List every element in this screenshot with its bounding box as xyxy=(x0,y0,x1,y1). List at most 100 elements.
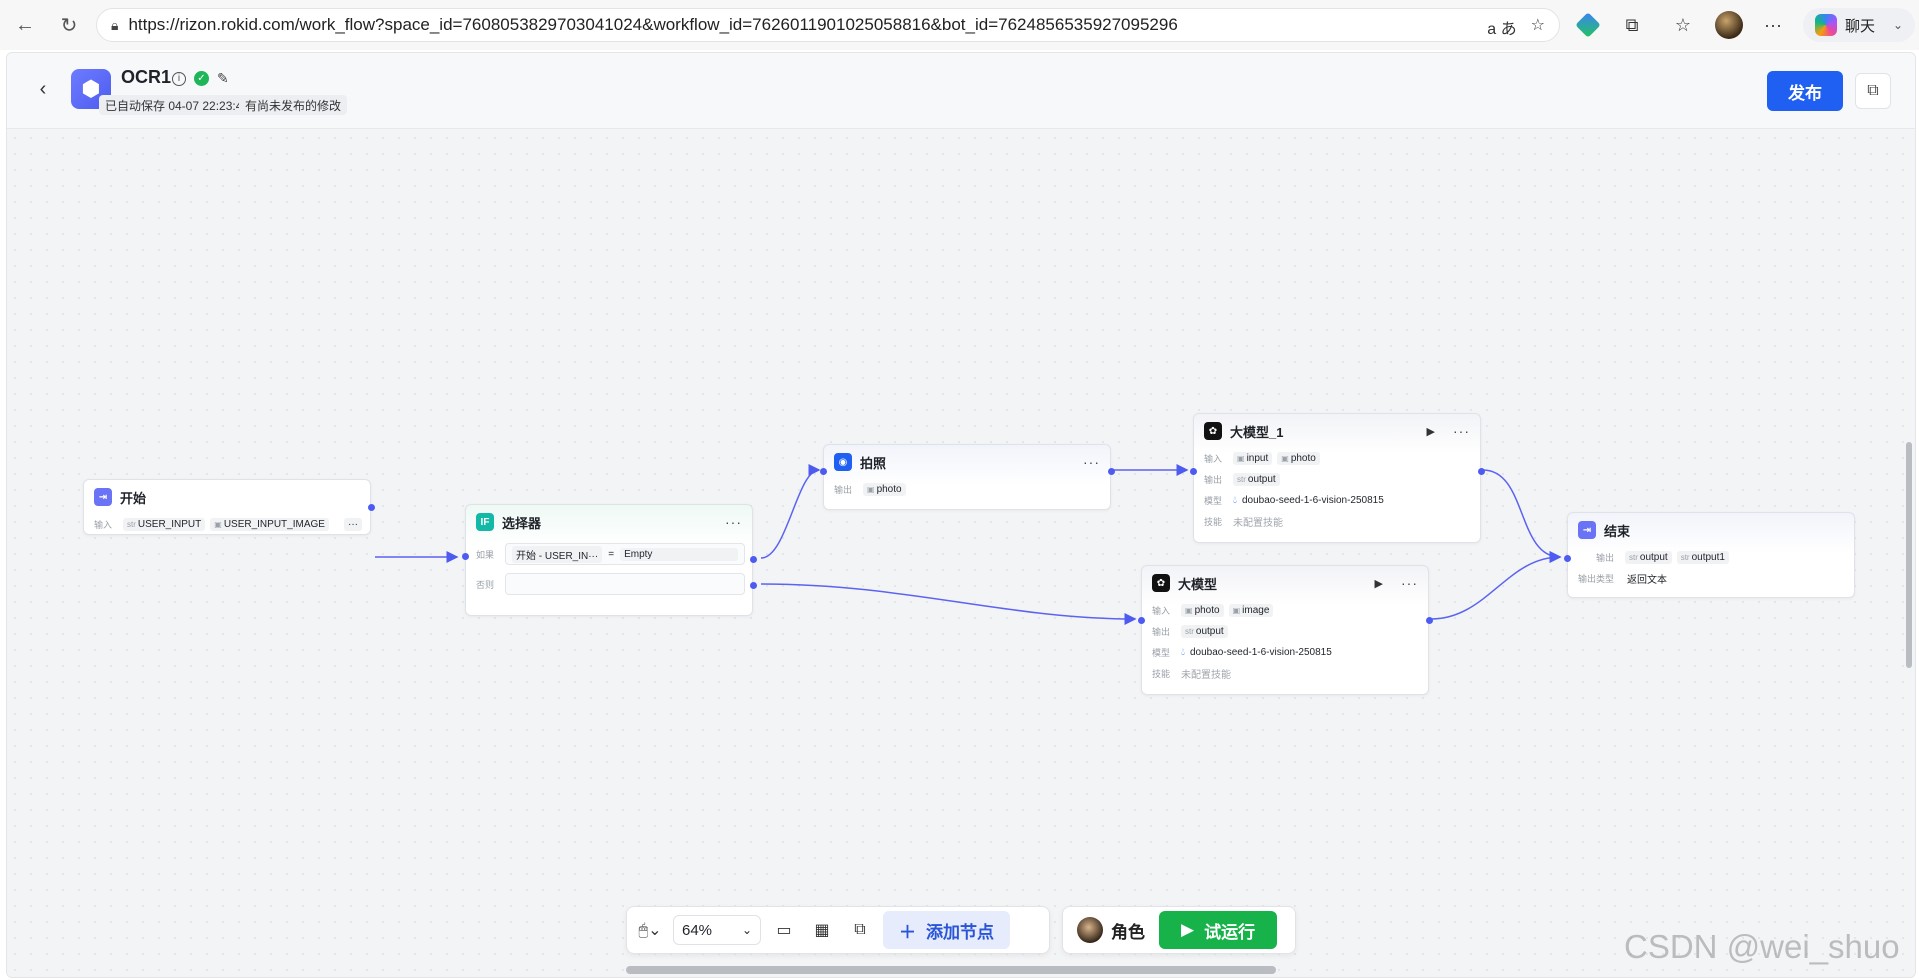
output-port[interactable] xyxy=(1108,468,1115,475)
model-label: 模型 xyxy=(1204,496,1223,506)
horizontal-scrollbar[interactable] xyxy=(626,966,1276,974)
output-label: 输出 xyxy=(1204,475,1223,485)
node-title: 大模型 xyxy=(1178,576,1218,592)
if-node-icon: IF xyxy=(476,513,494,531)
output-port[interactable] xyxy=(1426,617,1433,624)
info-icon[interactable]: i xyxy=(172,71,186,86)
edge-llm1-end xyxy=(1482,469,1562,563)
zoom-select[interactable]: 64% ⌄ xyxy=(673,915,761,945)
layout-grid-icon[interactable]: ▦ xyxy=(807,915,837,945)
run-toolbar: 角色 ▶ 试运行 xyxy=(1062,906,1296,954)
node-title: 结束 xyxy=(1604,523,1631,539)
more-menu-icon[interactable]: ··· xyxy=(1758,10,1788,40)
minimap-icon[interactable]: ⧉ xyxy=(845,915,875,945)
verified-check-icon: ✓ xyxy=(194,71,209,86)
model-name: doubao-seed-1-6-vision-250815 xyxy=(1242,495,1384,506)
play-icon[interactable]: ▶ xyxy=(1427,425,1435,438)
output-chip: str output xyxy=(1233,473,1280,486)
node-end[interactable]: ⇥ 结束 输出 str output str output1 输出类型 返回文本 xyxy=(1564,512,1855,598)
output-type-label: 输出类型 xyxy=(1578,574,1615,584)
output-label: 输出 xyxy=(1152,627,1171,637)
back-chevron-icon[interactable]: ‹ xyxy=(31,77,55,101)
workflow-app: ‹ ⬢ OCR1 i ✓ ✎ 已自动保存 04-07 22:23:43 有尚未发… xyxy=(6,52,1916,978)
output-port[interactable] xyxy=(1478,468,1485,475)
test-run-button[interactable]: ▶ 试运行 xyxy=(1159,911,1278,949)
extension-colored-icon[interactable] xyxy=(1573,10,1603,40)
input-chip: ▣ photo xyxy=(1277,452,1320,465)
address-bar[interactable]: 🔒︎ https://rizon.rokid.com/work_flow?spa… xyxy=(96,8,1560,42)
node-more-icon[interactable]: ··· xyxy=(1401,575,1418,591)
node-llm-1[interactable]: ✿ 大模型_1 ▶ ··· 输入 ▣ input ▣ photo 输出 str out… xyxy=(1190,413,1485,543)
skill-label: 技能 xyxy=(1204,517,1223,527)
url-text: https://rizon.rokid.com/work_flow?space_… xyxy=(128,15,1178,34)
node-start[interactable]: ⇥ 开始 输入 str USER_INPUT ▣ USER_INPUT_IMAGE … xyxy=(83,479,375,535)
model-label: 模型 xyxy=(1152,648,1171,658)
camera-icon: ◉ xyxy=(834,453,852,471)
model-drop-icon: 💧︎ xyxy=(1233,495,1237,506)
output-label: 输出 xyxy=(834,485,853,495)
mouse-mode-icon[interactable]: 🖱︎⌄ xyxy=(635,915,665,945)
reload-icon[interactable]: ↻ xyxy=(54,10,84,40)
play-icon: ▶ xyxy=(1181,920,1195,939)
app-header: ‹ ⬢ OCR1 i ✓ ✎ 已自动保存 04-07 22:23:43 有尚未发… xyxy=(7,53,1915,129)
extensions-puzzle-icon[interactable]: ⧉ xyxy=(1617,10,1647,40)
node-more-icon[interactable]: ··· xyxy=(1453,423,1470,439)
play-icon[interactable]: ▶ xyxy=(1375,577,1383,590)
input-port[interactable] xyxy=(1138,617,1145,624)
chat-label: 聊天 xyxy=(1845,17,1876,35)
edit-icon[interactable]: ✎ xyxy=(217,70,229,87)
chevron-down-icon: ⌄ xyxy=(1893,18,1904,32)
workflow-title: OCR1 xyxy=(121,67,172,87)
panel-toggle-icon[interactable]: ⧉ xyxy=(1855,73,1891,109)
input-chip: ▣ input xyxy=(1233,452,1273,465)
output-label: 输出 xyxy=(1596,553,1615,563)
condition-variable: 开始 - USER_IN··· xyxy=(512,545,603,563)
node-photo[interactable]: ◉ 拍照 ··· 输出 ▣ photo xyxy=(820,444,1115,510)
site-info-icon[interactable]: 🔒︎ xyxy=(111,17,118,34)
more-inputs-chip[interactable]: ··· xyxy=(344,518,362,531)
add-node-button[interactable]: ＋ 添加节点 xyxy=(883,911,1010,949)
zoom-value: 64% xyxy=(682,921,713,939)
input-chip: str USER_INPUT xyxy=(123,518,206,531)
publish-button[interactable]: 发布 xyxy=(1767,71,1843,111)
input-port[interactable] xyxy=(462,553,469,560)
output-chip: str output xyxy=(1181,625,1228,638)
favorite-star-icon[interactable]: ☆ xyxy=(1531,15,1545,39)
else-output-port[interactable] xyxy=(750,582,757,589)
node-llm[interactable]: ✿ 大模型 ▶ ··· 输入 ▣ photo ▣ image 输出 str outpu… xyxy=(1138,565,1433,695)
workflow-canvas[interactable]: ⇥ 开始 输入 str USER_INPUT ▣ USER_INPUT_IMAGE … xyxy=(7,130,1915,977)
else-row[interactable] xyxy=(505,573,745,595)
condition-operator: = xyxy=(608,548,615,560)
llm-icon: ✿ xyxy=(1204,422,1222,440)
output-port[interactable] xyxy=(368,504,375,511)
role-button[interactable]: 角色 xyxy=(1063,917,1159,943)
translate-icon[interactable]: a あ xyxy=(1487,15,1516,39)
vertical-scrollbar[interactable] xyxy=(1906,442,1912,668)
input-label: 输入 xyxy=(1152,606,1171,616)
unpublished-badge: 有尚未发布的修改 xyxy=(239,95,348,115)
node-more-icon[interactable]: ··· xyxy=(1083,454,1100,470)
copilot-chat-button[interactable]: 聊天 ⌄ xyxy=(1803,8,1916,42)
output-chip: str output1 xyxy=(1676,551,1729,564)
node-more-icon[interactable]: ··· xyxy=(725,514,742,530)
node-title: 大模型_1 xyxy=(1230,424,1284,440)
input-port[interactable] xyxy=(1564,555,1571,562)
input-port[interactable] xyxy=(820,468,827,475)
condition-row[interactable]: 开始 - USER_IN··· = Empty xyxy=(505,543,745,565)
role-label: 角色 xyxy=(1111,922,1145,942)
skill-value: 未配置技能 xyxy=(1181,670,1231,681)
input-label: 输入 xyxy=(94,520,113,530)
skill-value: 未配置技能 xyxy=(1233,518,1283,529)
profile-avatar[interactable] xyxy=(1714,10,1744,40)
input-port[interactable] xyxy=(1190,468,1197,475)
node-selector[interactable]: IF 选择器 ··· 如果 开始 - USER_IN··· = Empty 否则 xyxy=(462,504,757,616)
watermark: CSDN @wei_shuo xyxy=(1624,928,1900,965)
comment-icon[interactable]: ▭ xyxy=(769,915,799,945)
output-type-value: 返回文本 xyxy=(1627,575,1667,586)
if-output-port[interactable] xyxy=(750,556,757,563)
node-title: 拍照 xyxy=(860,455,887,471)
back-arrow-icon[interactable]: ← xyxy=(10,10,40,40)
edge-selector-photo xyxy=(760,464,821,559)
favorites-icon[interactable]: ☆ xyxy=(1668,10,1698,40)
model-name: doubao-seed-1-6-vision-250815 xyxy=(1190,647,1332,658)
